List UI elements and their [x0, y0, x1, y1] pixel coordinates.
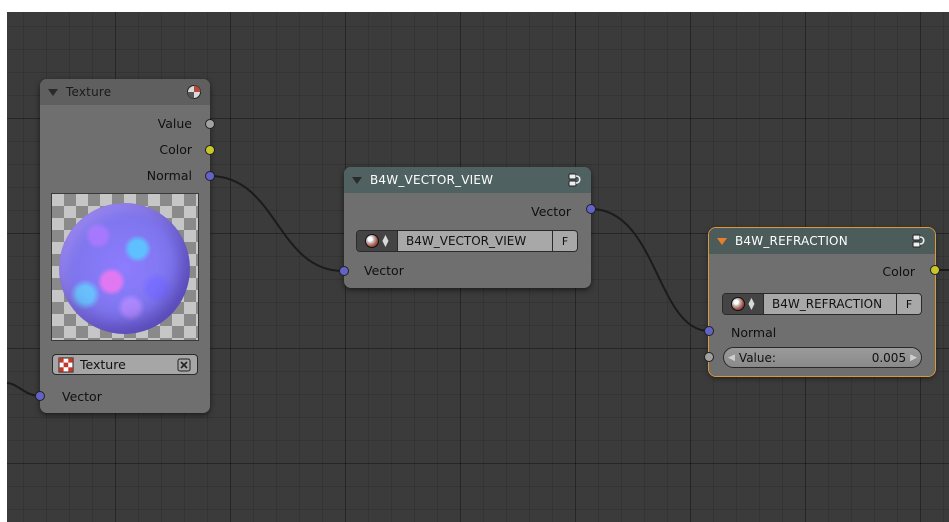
input-vector-socket[interactable] — [339, 266, 349, 276]
texture-preview — [51, 193, 199, 341]
refraction-node[interactable]: B4W_REFRACTION Color ▲ ▼ B4W_REFRACTION F… — [704, 227, 940, 377]
node-group-selector[interactable]: ▲ ▼ B4W_REFRACTION F — [722, 293, 922, 315]
output-value-socket[interactable] — [205, 119, 215, 129]
value-number-field[interactable]: ◀ Value: 0.005 ▶ — [723, 347, 922, 368]
output-normal-label: Normal — [146, 168, 192, 183]
node-group-icon — [568, 173, 581, 187]
node-group-name[interactable]: B4W_VECTOR_VIEW — [397, 231, 552, 251]
output-normal-socket[interactable] — [205, 171, 215, 181]
vector-view-node-header[interactable]: B4W_VECTOR_VIEW — [344, 167, 591, 193]
node-group-selector[interactable]: ▲ ▼ B4W_VECTOR_VIEW F — [356, 230, 578, 252]
texture-node-header[interactable]: Texture — [40, 79, 210, 105]
output-color-label: Color — [882, 264, 915, 279]
input-vector-socket[interactable] — [35, 391, 45, 401]
output-color-socket[interactable] — [205, 145, 215, 155]
texture-node[interactable]: Texture Value Color Normal Texture Vecto… — [35, 79, 215, 413]
input-vector-label: Vector — [364, 263, 404, 278]
unlink-x-icon[interactable] — [177, 358, 191, 372]
value-field-label: Value: — [738, 350, 776, 365]
normal-map-sphere-preview — [59, 203, 190, 334]
node-group-icon — [912, 234, 925, 248]
output-color-socket[interactable] — [930, 265, 940, 275]
texture-checker-icon — [58, 357, 74, 372]
group-browse-button[interactable]: ▲ ▼ — [357, 231, 397, 251]
fake-user-button[interactable]: F — [552, 231, 577, 251]
group-browse-button[interactable]: ▲ ▼ — [723, 294, 763, 314]
texture-datablock-field[interactable]: Texture — [52, 354, 198, 375]
input-normal-label: Normal — [731, 325, 777, 340]
link-vector-view-to-refraction — [590, 208, 710, 332]
collapse-arrow-icon[interactable] — [48, 88, 58, 96]
input-vector-label: Vector — [62, 389, 102, 404]
output-value-label: Value — [157, 116, 192, 131]
refraction-node-header[interactable]: B4W_REFRACTION — [709, 228, 935, 254]
vector-view-node-title: B4W_VECTOR_VIEW — [370, 173, 494, 187]
node-editor-canvas[interactable]: Texture Value Color Normal Texture Vecto… — [7, 12, 949, 522]
input-value-socket[interactable] — [704, 352, 714, 362]
updown-arrows-icon: ▲ ▼ — [382, 233, 389, 248]
output-vector-label: Vector — [531, 204, 571, 219]
vector-view-node[interactable]: B4W_VECTOR_VIEW Vector ▲ ▼ B4W_VECTOR_VIE… — [339, 167, 596, 288]
increment-arrow-icon[interactable]: ▶ — [906, 353, 921, 363]
node-group-name[interactable]: B4W_REFRACTION — [763, 294, 896, 314]
value-field-number: 0.005 — [871, 350, 907, 365]
decrement-arrow-icon[interactable]: ◀ — [724, 353, 739, 363]
fake-user-button[interactable]: F — [896, 294, 921, 314]
output-color-label: Color — [159, 142, 192, 157]
updown-arrows-icon: ▲ ▼ — [748, 296, 755, 311]
material-sphere-icon — [365, 234, 380, 248]
texture-node-title: Texture — [66, 85, 112, 99]
refraction-node-title: B4W_REFRACTION — [735, 234, 848, 248]
collapse-arrow-icon[interactable] — [717, 237, 727, 245]
texture-field-name: Texture — [80, 357, 126, 372]
output-vector-socket[interactable] — [586, 204, 596, 214]
input-normal-socket[interactable] — [704, 326, 714, 336]
material-sphere-icon — [731, 297, 746, 311]
texture-icon — [187, 85, 201, 99]
link-normal-to-vector-view — [209, 175, 344, 272]
collapse-arrow-icon[interactable] — [352, 176, 362, 184]
